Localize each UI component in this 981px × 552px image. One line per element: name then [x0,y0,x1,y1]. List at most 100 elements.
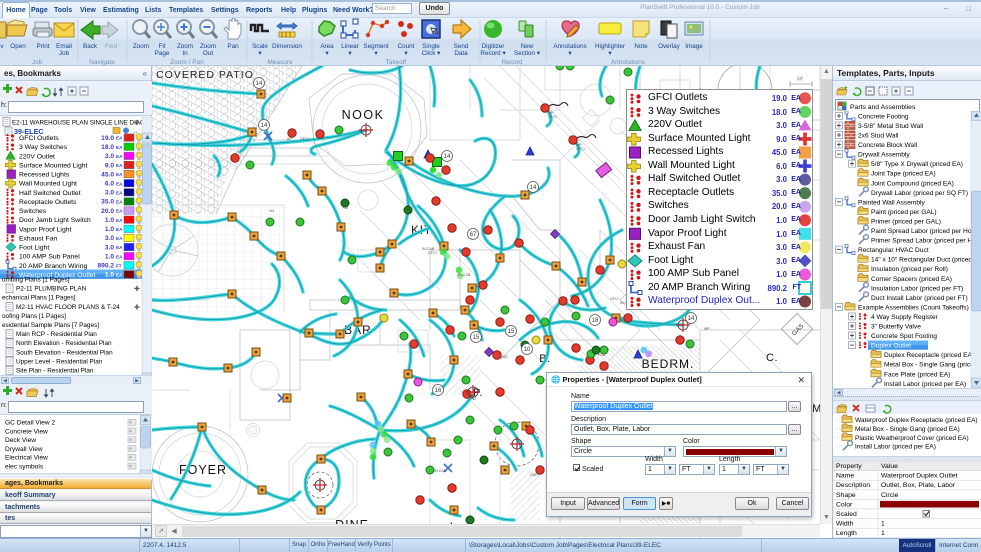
svg-text:18.0: 18.0 [101,144,114,151]
svg-text:IN-CAB: IN-CAB [434,469,447,473]
svg-text:Parts and Assemblies: Parts and Assemblies [850,104,916,111]
svg-text:COVERED PATIO: COVERED PATIO [156,69,254,81]
svg-text:EA: EA [116,136,123,141]
svg-text:Job: Job [59,50,70,57]
svg-text:3.0: 3.0 [105,153,114,160]
svg-text:Single: Single [422,43,440,50]
svg-text:Joint Compound (priced EA): Joint Compound (priced EA) [871,180,954,187]
svg-text:EA: EA [116,218,123,223]
svg-text:✚: ✚ [134,119,140,127]
svg-text:Dimension: Dimension [272,43,302,50]
svg-text:GFCI: GFCI [548,115,557,119]
svg-text:EA: EA [116,172,123,177]
svg-text:+44: +44 [268,209,274,213]
svg-text:Outlet, Box, Plate, Labor: Outlet, Box, Plate, Labor [881,482,956,489]
svg-text:6.0: 6.0 [105,181,114,188]
svg-text:12': 12' [797,76,803,81]
svg-text:Insulation (priced per Roll): Insulation (priced per Roll) [871,266,948,273]
svg-text:oofing Plans [1 Pages]: oofing Plans [1 Pages] [2,313,66,320]
svg-text:Recessed Lights: Recessed Lights [19,172,70,179]
svg-text:19.0: 19.0 [101,135,114,142]
svg-text:WP: WP [704,327,710,331]
svg-text:Wall Mounted Light: Wall Mounted Light [19,181,77,188]
svg-text:Send: Send [454,43,469,50]
svg-text:Face Plate (priced EA): Face Plate (priced EA) [884,371,950,378]
svg-text:5/8" Type X Drywall (priced EA: 5/8" Type X Drywall (priced EA) [871,161,963,168]
svg-text:14: 14 [688,316,695,322]
svg-text:South Elevation - Residential: South Elevation - Residential Plan [16,349,113,356]
svg-text:Waterproof Duplex Receptacle (: Waterproof Duplex Receptacle (priced EA) [855,417,978,424]
svg-text:Out: Out [203,50,213,57]
svg-text:Email: Email [56,43,72,50]
svg-text:Takeoff: Takeoff [386,59,407,66]
svg-text:Width: Width [836,521,854,528]
svg-text:Install Labor (priced per EA): Install Labor (priced per EA) [884,381,966,388]
svg-text:Fit: Fit [159,43,166,50]
svg-text:Note: Note [634,43,648,50]
svg-text:Open: Open [10,43,26,50]
svg-text:New: New [521,43,534,50]
svg-text:14: 14 [261,123,268,129]
svg-text:Navigate: Navigate [89,59,115,66]
svg-text:1.0: 1.0 [105,226,114,233]
svg-text:Main RCP - Residential Plan: Main RCP - Residential Plan [16,331,97,338]
svg-text:14: 14 [256,81,263,87]
svg-text:EA: EA [116,209,123,214]
svg-text:Drywall Assembly: Drywall Assembly [858,152,910,159]
svg-text:Name: Name [836,473,854,480]
svg-text:Example Assemblies (Count Take: Example Assemblies (Count Takeoffs) [858,304,969,311]
svg-text:v: v [0,43,4,50]
svg-text:GFCI: GFCI [610,297,619,301]
svg-text:Scale: Scale [252,43,268,50]
svg-text:35.0: 35.0 [101,199,114,206]
svg-text:Circle: Circle [881,492,899,499]
svg-text:100 AMP Sub Panel: 100 AMP Sub Panel [19,254,80,261]
svg-text:Metal Box - Single Gang (price: Metal Box - Single Gang (priced EA) [855,426,960,433]
svg-text:GFCI: GFCI [300,137,309,141]
svg-text:EA: EA [116,154,123,159]
svg-text:Count: Count [398,43,415,50]
svg-text:elec symbols: elec symbols [5,463,44,470]
svg-text:▾: ▾ [608,50,611,57]
svg-text:Joint Tape (priced EA): Joint Tape (priced EA) [871,171,936,178]
svg-text:Exhaust Fan: Exhaust Fan [19,235,57,242]
svg-text:Half Switched Outlet: Half Switched Outlet [19,190,81,197]
svg-text:Page: Page [155,50,170,57]
svg-text:3 Way Switches: 3 Way Switches [19,144,68,151]
svg-text:3.0: 3.0 [105,244,114,251]
svg-text:Digitizer: Digitizer [482,43,505,50]
svg-text:EA: EA [116,273,123,278]
svg-text:Concrete Spot Footing: Concrete Spot Footing [871,333,937,340]
svg-text:Concrete View: Concrete View [5,428,48,435]
svg-text:15: 15 [473,335,480,341]
svg-text:Image: Image [685,43,703,50]
svg-text:echanical Plans [1 Pages]: echanical Plans [1 Pages] [2,295,76,302]
svg-text:✚: ✚ [134,285,140,293]
svg-text:Job: Job [32,59,43,66]
svg-text:Surface Mounted Light: Surface Mounted Light [19,162,88,169]
svg-text:▾: ▾ [325,50,328,57]
svg-text:4 Way Supply Register: 4 Way Supply Register [871,314,939,321]
svg-text:2x6 Stud Wall: 2x6 Stud Wall [858,133,899,140]
svg-text:14" x 10" Rectangular Duct (pr: 14" x 10" Rectangular Duct (priced per [871,257,981,264]
svg-text:Paint Spread Labor (priced per: Paint Spread Labor (priced per Hour) [871,228,980,235]
svg-text:Receptacle Outlets: Receptacle Outlets [19,199,77,206]
svg-text:14: 14 [444,154,451,160]
svg-text:1.0: 1.0 [105,272,114,279]
svg-text:GAR: GAR [500,355,508,359]
svg-text:E2-11 WAREHOUSE PLAN SINGLE LI: E2-11 WAREHOUSE PLAN SINGLE LINE DIAGR [12,120,150,127]
svg-text:Primer (priced per GAL): Primer (priced per GAL) [871,218,941,225]
svg-text:+12: +12 [470,397,476,401]
svg-text:Deck View: Deck View [5,437,36,444]
svg-text:In: In [182,50,188,57]
svg-text:Section ▾: Section ▾ [514,50,540,57]
svg-text:Area: Area [320,43,334,50]
svg-text:20.0: 20.0 [101,208,114,215]
svg-text:Upper Level - Residential Plan: Upper Level - Residential Plan [16,358,103,365]
svg-text:Vapor Proof Light: Vapor Proof Light [19,226,72,233]
svg-text:GFCI Outlets: GFCI Outlets [19,135,59,142]
svg-text:C.: C. [766,352,778,364]
svg-text:Duplex Outlet: Duplex Outlet [871,343,911,350]
svg-text:Highlighter: Highlighter [595,43,625,50]
svg-text:esidential Sample Plans [7 Pag: esidential Sample Plans [7 Pages] [2,322,99,329]
